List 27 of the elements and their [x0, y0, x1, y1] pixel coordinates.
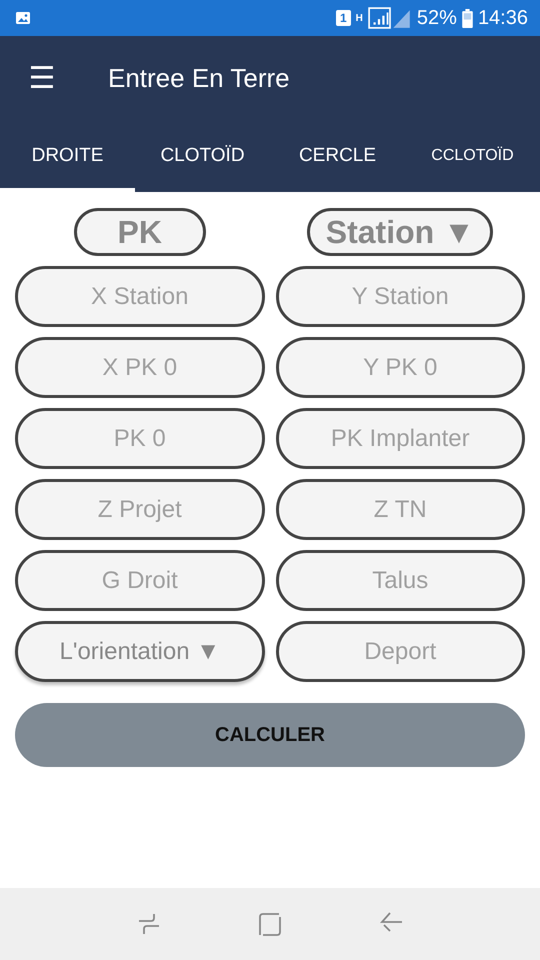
tab[interactable]: CLOTOÏD: [135, 120, 270, 192]
input-field[interactable]: Talus: [276, 550, 525, 611]
tab[interactable]: CCLOTOÏD: [405, 120, 540, 192]
input-field[interactable]: Z Projet: [15, 479, 264, 540]
input-field[interactable]: X PK 0: [15, 337, 264, 398]
input-field[interactable]: G Droit: [15, 550, 264, 611]
tab[interactable]: CERCLE: [270, 120, 405, 192]
input-field[interactable]: X Station: [15, 266, 264, 327]
pk-label: PK: [74, 208, 206, 256]
input-field[interactable]: Y PK 0: [276, 337, 525, 398]
image-icon: [15, 10, 31, 26]
home-icon[interactable]: [256, 911, 283, 937]
input-field[interactable]: Deport: [276, 621, 525, 682]
network-type: H: [356, 12, 363, 24]
clock: 14:36: [478, 6, 528, 30]
input-field[interactable]: Y Station: [276, 266, 525, 327]
input-field[interactable]: PK 0: [15, 408, 264, 469]
input-field[interactable]: Z TN: [276, 479, 525, 540]
app-title: Entree En Terre: [108, 62, 290, 94]
input-field[interactable]: PK Implanter: [276, 408, 525, 469]
tab[interactable]: DROITE: [0, 120, 135, 192]
calculate-button[interactable]: CALCULER: [15, 703, 525, 767]
battery-percent: 52%: [416, 6, 457, 30]
battery-icon: [462, 8, 473, 28]
sim-indicator: 1: [336, 10, 351, 26]
menu-button[interactable]: ☰: [0, 60, 84, 96]
signal-icon: [368, 7, 412, 29]
